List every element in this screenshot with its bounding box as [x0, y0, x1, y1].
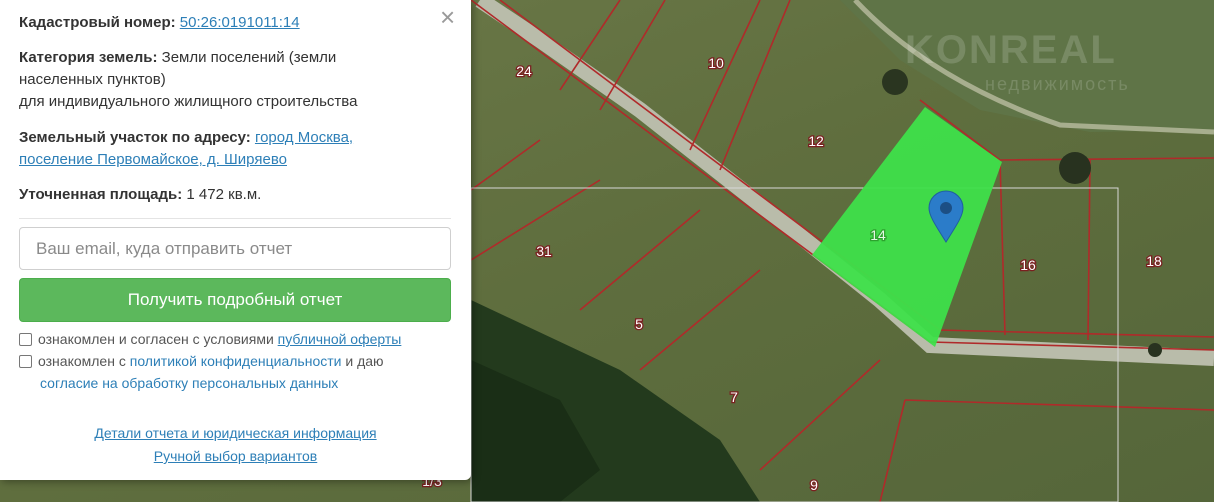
category-value-3: для индивидуального жилищного строительс…: [19, 93, 358, 110]
tree: [1148, 343, 1162, 357]
area-label: Уточненная площадь:: [19, 186, 183, 203]
consent-offer-checkbox[interactable]: [19, 333, 32, 346]
plot-label-24: 24: [516, 63, 532, 79]
consent-privacy-text: ознакомлен с: [38, 353, 126, 369]
area-row: Уточненная площадь: 1 472 кв.м.: [19, 184, 439, 206]
divider: [19, 218, 451, 219]
category-row: Категория земель: Земли поселений (земли…: [19, 47, 439, 113]
tree: [882, 69, 908, 95]
address-link-city[interactable]: город Москва,: [255, 129, 353, 146]
public-offer-link[interactable]: публичной оферты: [278, 331, 402, 347]
category-label: Категория земель:: [19, 49, 158, 66]
area-value: 1 472 кв.м.: [186, 186, 262, 203]
address-label: Земельный участок по адресу:: [19, 129, 251, 146]
cadastral-number-link[interactable]: 50:26:0191011:14: [180, 14, 300, 31]
plot-label-9: 9: [810, 477, 818, 493]
cadastral-row: Кадастровый номер: 50:26:0191011:14: [19, 12, 439, 34]
email-input[interactable]: [19, 227, 451, 270]
consent-offer-row: ознакомлен и согласен с условиями публич…: [19, 328, 401, 350]
report-details-link[interactable]: Детали отчета и юридическая информация: [94, 425, 376, 441]
consent-privacy-text-2: и даю: [345, 353, 384, 369]
tree: [1059, 152, 1091, 184]
personal-data-consent-link[interactable]: согласие на обработку персональных данны…: [40, 375, 338, 391]
address-link-settlement[interactable]: поселение Первомайское, д. Ширяево: [19, 151, 287, 168]
category-value-1: Земли поселений (земли: [161, 49, 337, 66]
consent-privacy-row: ознакомлен с политикой конфиденциальност…: [19, 350, 449, 394]
consent-privacy-checkbox[interactable]: [19, 355, 32, 368]
consent-offer-text: ознакомлен и согласен с условиями: [38, 331, 274, 347]
close-icon[interactable]: ×: [440, 4, 455, 30]
plot-label-12: 12: [808, 133, 824, 149]
plot-label-18: 18: [1146, 253, 1162, 269]
plot-label-14: 14: [870, 227, 886, 243]
plot-label-16: 16: [1020, 257, 1036, 273]
plot-label-31: 31: [536, 243, 552, 259]
category-value-2: населенных пунктов): [19, 71, 166, 88]
plot-label-10: 10: [708, 55, 724, 71]
plot-label-5: 5: [635, 316, 643, 332]
cadastral-label: Кадастровый номер:: [19, 14, 176, 31]
address-row: Земельный участок по адресу: город Москв…: [19, 127, 439, 171]
plot-label-7: 7: [730, 389, 738, 405]
privacy-policy-link[interactable]: политикой конфиденциальности: [130, 353, 342, 369]
get-report-button[interactable]: Получить подробный отчет: [19, 278, 451, 322]
info-panel: × Кадастровый номер: 50:26:0191011:14 Ка…: [0, 0, 471, 480]
manual-selection-link[interactable]: Ручной выбор вариантов: [154, 448, 318, 464]
manual-row: Ручной выбор вариантов: [0, 448, 471, 464]
details-row: Детали отчета и юридическая информация: [0, 425, 471, 441]
